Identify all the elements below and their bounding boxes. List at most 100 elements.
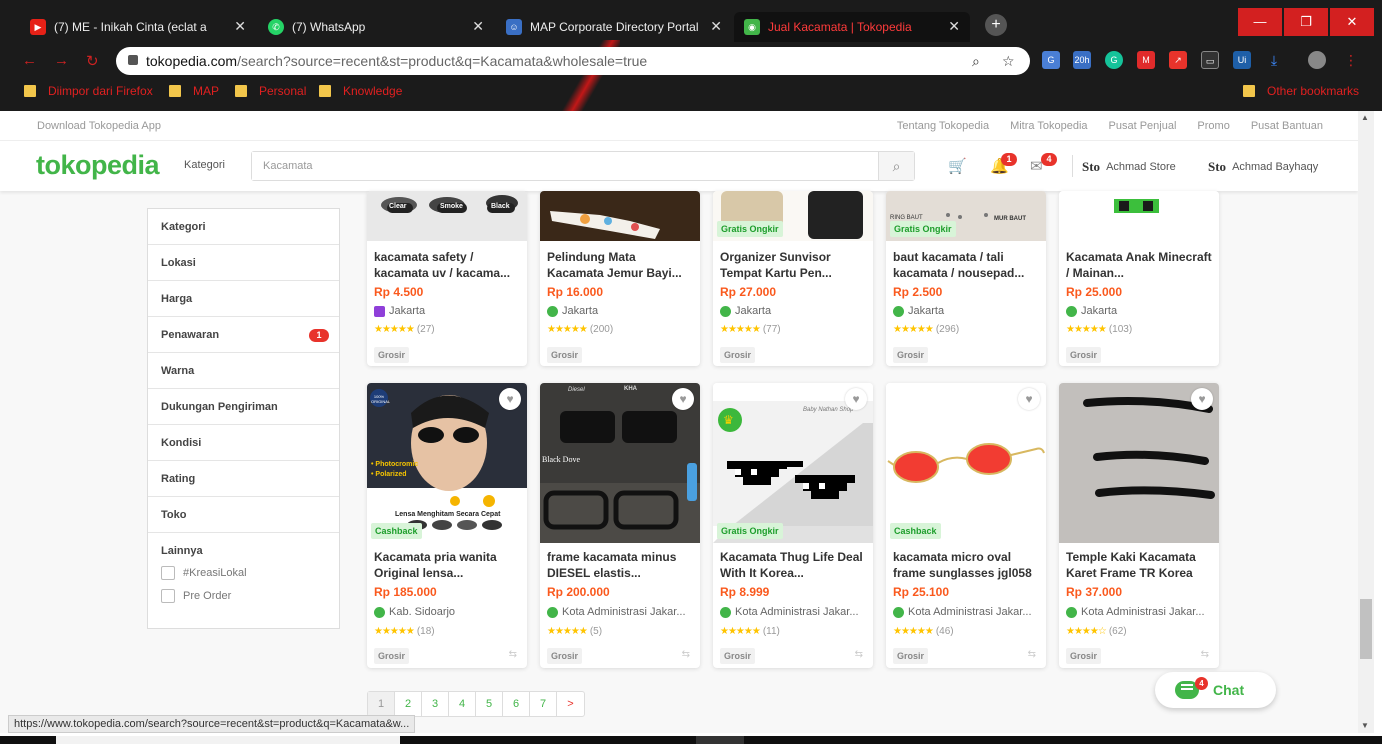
product-name[interactable]: Kacamata pria wanita Original lensa... <box>374 549 520 581</box>
page-3[interactable]: 3 <box>422 692 449 716</box>
compare-icon[interactable]: ⇆ <box>855 649 863 660</box>
forward-icon[interactable]: → <box>54 52 69 69</box>
checkbox-pre-order[interactable]: Pre Order <box>161 589 326 603</box>
product-image[interactable] <box>1059 191 1219 241</box>
avatar[interactable] <box>1308 51 1326 69</box>
tab-youtube[interactable]: ▶ (7) ME - Inikah Cinta (eclat a ✕ <box>20 12 256 42</box>
close-tab-icon[interactable]: ✕ <box>472 18 484 35</box>
other-bookmarks[interactable]: Other bookmarks <box>1243 84 1359 98</box>
product-card[interactable]: Gratis Ongkir Organizer Sunvisor Tempat … <box>713 191 873 366</box>
product-name[interactable]: Kacamata Thug Life Deal With It Korea... <box>720 549 866 581</box>
back-icon[interactable]: ← <box>22 52 37 69</box>
page-7[interactable]: 7 <box>530 692 557 716</box>
product-card[interactable]: 100% ORIGINAL • Photocromic • Polarized … <box>367 383 527 668</box>
product-image[interactable] <box>540 191 700 241</box>
reload-icon[interactable]: ↻ <box>86 52 99 70</box>
link-tentang[interactable]: Tentang Tokopedia <box>897 120 989 132</box>
taskbar-app[interactable] <box>696 736 744 744</box>
download-icon[interactable]: ⤓ <box>1265 51 1283 69</box>
product-card[interactable]: RING BAUT MUR BAUT Gratis Ongkir baut ka… <box>886 191 1046 366</box>
tab-whatsapp[interactable]: ✆ (7) WhatsApp ✕ <box>258 12 494 42</box>
kategori-menu[interactable]: Kategori <box>184 159 225 171</box>
product-card[interactable]: Pelindung Mata Kacamata Jemur Bayi... Rp… <box>540 191 700 366</box>
calendar-extension-icon[interactable]: 20h <box>1073 51 1091 69</box>
close-tab-icon[interactable]: ✕ <box>234 18 246 35</box>
compare-icon[interactable]: ⇆ <box>682 649 690 660</box>
bookmark-star-icon[interactable]: ☆ <box>1002 53 1015 70</box>
translate-extension-icon[interactable]: G <box>1042 51 1060 69</box>
close-window-button[interactable]: ✕ <box>1330 8 1374 36</box>
product-card[interactable]: Cashback ♥ kacamata micro oval frame sun… <box>886 383 1046 668</box>
minimize-button[interactable]: — <box>1238 8 1282 36</box>
product-card[interactable]: Baby Nathan Shop ♛ Gratis Ongkir ♥ Kacam… <box>713 383 873 668</box>
maximize-button[interactable]: ❐ <box>1284 8 1328 36</box>
page-5[interactable]: 5 <box>476 692 503 716</box>
checkbox[interactable] <box>161 589 175 603</box>
search-input[interactable] <box>252 152 852 180</box>
new-tab-button[interactable]: + <box>985 14 1007 36</box>
taskbar-search[interactable] <box>56 736 400 744</box>
product-image[interactable]: Baby Nathan Shop ♛ Gratis Ongkir ♥ <box>713 383 873 543</box>
page-2[interactable]: 2 <box>395 692 422 716</box>
product-image[interactable]: 100% ORIGINAL • Photocromic • Polarized … <box>367 383 527 543</box>
filter-warna[interactable]: Warna <box>148 353 339 389</box>
filter-kategori[interactable]: Kategori <box>148 209 339 245</box>
filter-penawaran[interactable]: Penawaran 1 <box>148 317 339 353</box>
product-name[interactable]: Temple Kaki Kacamata Karet Frame TR Kore… <box>1066 549 1212 581</box>
scrollbar-thumb[interactable] <box>1360 599 1372 659</box>
product-image[interactable]: Gratis Ongkir <box>713 191 873 241</box>
filter-rating[interactable]: Rating <box>148 461 339 497</box>
tab-tokopedia[interactable]: ◉ Jual Kacamata | Tokopedia ✕ <box>734 12 970 42</box>
bookmark-folder[interactable]: Personal <box>235 84 306 98</box>
filter-dukungan-pengiriman[interactable]: Dukungan Pengiriman <box>148 389 339 425</box>
product-card[interactable]: Clear Smoke Black kacamata safety / kaca… <box>367 191 527 366</box>
page-1[interactable]: 1 <box>368 692 395 716</box>
filter-toko[interactable]: Toko <box>148 497 339 533</box>
product-name[interactable]: Organizer Sunvisor Tempat Kartu Pen... <box>720 249 866 281</box>
tokopedia-logo[interactable]: tokopedia <box>36 150 160 181</box>
url-input[interactable]: tokopedia.com/search?source=recent&st=pr… <box>116 47 1030 75</box>
link-promo[interactable]: Promo <box>1197 120 1229 132</box>
close-tab-icon[interactable]: ✕ <box>948 18 960 35</box>
bookmark-folder[interactable]: MAP <box>169 84 219 98</box>
product-name[interactable]: Kacamata Anak Minecraft / Mainan... <box>1066 249 1212 281</box>
user-menu[interactable]: Sto Achmad Bayhaqy <box>1208 159 1318 175</box>
product-image[interactable]: ♥ <box>1059 383 1219 543</box>
wishlist-heart-icon[interactable]: ♥ <box>845 388 867 410</box>
link-pusat-penjual[interactable]: Pusat Penjual <box>1109 120 1177 132</box>
page-4[interactable]: 4 <box>449 692 476 716</box>
compare-icon[interactable]: ⇆ <box>1201 649 1209 660</box>
download-app-link[interactable]: Download Tokopedia App <box>37 120 161 132</box>
filter-kondisi[interactable]: Kondisi <box>148 425 339 461</box>
close-tab-icon[interactable]: ✕ <box>710 18 722 35</box>
extension-m-icon[interactable]: M <box>1137 51 1155 69</box>
page-scrollbar[interactable]: ▲ ▼ <box>1358 111 1374 733</box>
product-card[interactable]: Kacamata Anak Minecraft / Mainan... Rp 2… <box>1059 191 1219 366</box>
product-card[interactable]: ♥ Temple Kaki Kacamata Karet Frame TR Ko… <box>1059 383 1219 668</box>
zoom-icon[interactable]: ⌕ <box>972 53 980 70</box>
bookmark-folder[interactable]: Diimpor dari Firefox <box>24 84 153 98</box>
wishlist-heart-icon[interactable]: ♥ <box>1018 388 1040 410</box>
compare-icon[interactable]: ⇆ <box>1028 649 1036 660</box>
product-name[interactable]: baut kacamata / tali kacamata / nousepad… <box>893 249 1039 281</box>
menu-icon[interactable]: ⋮ <box>1342 51 1360 69</box>
search-icon[interactable]: ⌕ <box>878 152 914 180</box>
wishlist-heart-icon[interactable]: ♥ <box>499 388 521 410</box>
product-card[interactable]: Black Dove Diesel KHA ♥ frame kacamata m… <box>540 383 700 668</box>
page-6[interactable]: 6 <box>503 692 530 716</box>
chat-button[interactable]: 4 Chat <box>1155 672 1276 708</box>
product-name[interactable]: frame kacamata minus DIESEL elastis... <box>547 549 693 581</box>
wishlist-heart-icon[interactable]: ♥ <box>672 388 694 410</box>
scroll-down-icon[interactable]: ▼ <box>1361 721 1369 730</box>
link-mitra[interactable]: Mitra Tokopedia <box>1010 120 1087 132</box>
store-link[interactable]: Sto Achmad Store <box>1082 159 1176 175</box>
grammarly-icon[interactable]: G <box>1105 51 1123 69</box>
extension-window-icon[interactable]: ▭ <box>1201 51 1219 69</box>
product-name[interactable]: Pelindung Mata Kacamata Jemur Bayi... <box>547 249 693 281</box>
product-image[interactable]: Clear Smoke Black <box>367 191 527 241</box>
filter-harga[interactable]: Harga <box>148 281 339 317</box>
product-image[interactable]: Cashback ♥ <box>886 383 1046 543</box>
product-image[interactable]: Black Dove Diesel KHA ♥ <box>540 383 700 543</box>
scroll-up-icon[interactable]: ▲ <box>1361 113 1369 122</box>
compare-icon[interactable]: ⇆ <box>509 649 517 660</box>
